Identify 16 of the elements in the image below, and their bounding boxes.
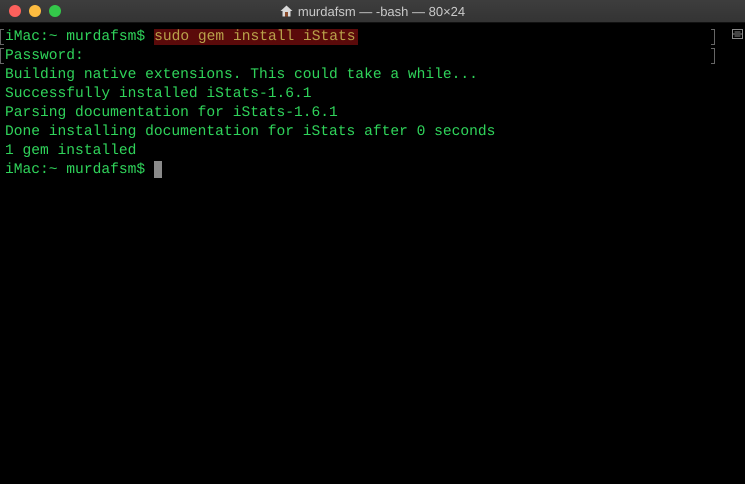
window-title: murdafsm — -bash — 80×24	[298, 4, 466, 18]
close-button[interactable]	[9, 5, 21, 17]
house-icon	[280, 5, 293, 17]
text-cursor	[154, 161, 162, 178]
shell-prompt: iMac:~ murdafsm$	[5, 162, 146, 178]
shell-prompt: iMac:~ murdafsm$	[5, 28, 146, 44]
output-line: Password:	[5, 48, 84, 64]
output-line: Done installing documentation for iStats after 0 seconds	[5, 124, 496, 140]
output-line: Parsing documentation for iStats-1.6.1	[5, 104, 338, 120]
command-text: sudo gem install iStats	[154, 28, 358, 44]
output-line: Successfully installed iStats-1.6.1	[5, 86, 312, 102]
minimize-button[interactable]	[29, 5, 41, 17]
split-pane-icon	[732, 29, 742, 39]
zoom-button[interactable]	[49, 5, 61, 17]
output-line: 1 gem installed	[5, 142, 136, 158]
output-line: Building native extensions. This could take a while...	[5, 66, 478, 82]
